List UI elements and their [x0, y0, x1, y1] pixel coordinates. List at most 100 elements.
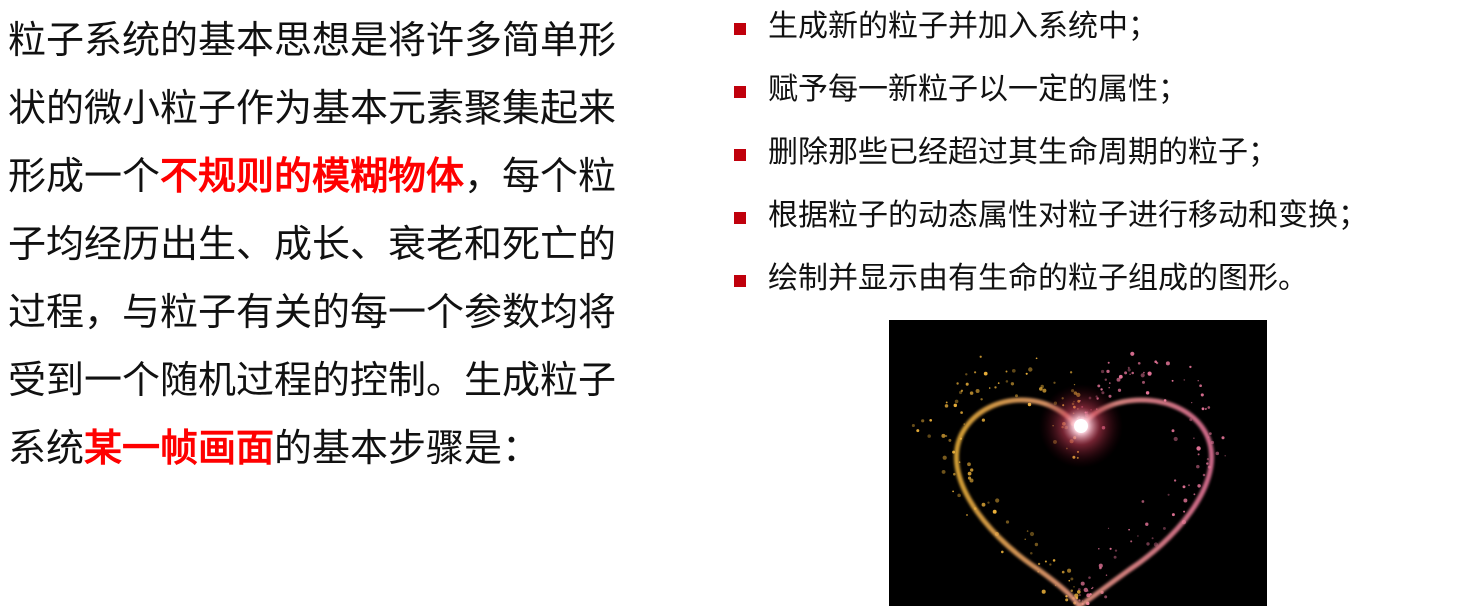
square-bullet-icon: [734, 149, 746, 161]
sparkle-particle: [1030, 551, 1033, 555]
sparkle-particle: [1052, 559, 1056, 562]
sparkle-particle: [1207, 406, 1211, 409]
sparkle-particle: [1141, 500, 1145, 503]
sparkle-particle: [1027, 402, 1032, 407]
sparkle-particle: [954, 399, 959, 404]
sparkle-particle: [1191, 402, 1193, 404]
sparkle-particle: [1078, 594, 1081, 597]
sparkle-particle: [1106, 369, 1110, 374]
step-item: 赋予每一新粒子以一定的属性；: [730, 73, 1458, 107]
sparkle-particle: [980, 398, 983, 401]
sparkle-particle: [1109, 382, 1111, 384]
sparkle-particle: [929, 418, 933, 422]
sparkle-particle: [1197, 453, 1200, 456]
sparkle-particle: [948, 438, 952, 442]
sparkle-particle: [1127, 368, 1131, 372]
sparkle-particle: [1086, 590, 1089, 592]
sparkle-particle: [1171, 429, 1175, 433]
sparkle-particle: [1193, 437, 1195, 440]
sparkle-particle: [911, 423, 915, 428]
sparkle-particle: [1088, 576, 1091, 579]
sparkle-particle: [1041, 589, 1046, 594]
sparkle-particle: [1189, 365, 1192, 369]
sparkle-particle: [1199, 384, 1202, 388]
sparkle-particle: [1183, 510, 1186, 513]
sparkle-particle: [1005, 520, 1010, 524]
sparkle-particle: [965, 373, 968, 376]
sparkle-particle: [1100, 369, 1105, 374]
sparkle-particle: [1001, 550, 1004, 554]
sparkle-particle: [1104, 595, 1108, 599]
sparkle-particle: [1034, 542, 1039, 547]
sparkle-particle: [1182, 485, 1186, 489]
sparkle-particle: [974, 371, 977, 374]
sparkle-particle: [1205, 408, 1207, 410]
sparkle-particle: [1107, 361, 1110, 364]
sparkle-particle: [1091, 586, 1094, 589]
sparkle-particle: [944, 404, 949, 408]
sparkle-particle: [1067, 568, 1072, 573]
sparkle-particle: [1183, 379, 1186, 381]
sparkle-particle: [1061, 570, 1065, 574]
sparkle-particle: [1068, 579, 1071, 582]
sparkle-particle: [958, 461, 961, 463]
sparkle-particle: [941, 469, 946, 474]
sparkle-particle: [1171, 513, 1175, 517]
sparkle-particle: [1140, 373, 1145, 378]
sparkle-particle: [1114, 549, 1118, 552]
sparkle-particle: [957, 493, 961, 498]
sparkle-particle: [1206, 457, 1210, 461]
sparkle-particle: [965, 382, 969, 386]
step-text: 根据粒子的动态属性对粒子进行移动和变换；: [768, 198, 1368, 233]
sparkle-particle: [1141, 380, 1146, 384]
sparkle-particle: [1224, 455, 1226, 457]
sparkle-particle: [967, 476, 972, 480]
steps-list: 生成新的粒子并加入系统中； 赋予每一新粒子以一定的属性； 删除那些已经超过其生命…: [730, 10, 1458, 325]
sparkle-particle: [941, 433, 946, 438]
sparkle-particle: [1143, 371, 1145, 374]
sparkle-particle: [1215, 451, 1220, 456]
sparkle-particle: [1049, 563, 1052, 566]
sparkle-particle: [1137, 361, 1141, 365]
sparkle-particle: [1108, 386, 1110, 389]
square-bullet-icon: [734, 212, 746, 224]
sparkle-particle: [1069, 371, 1073, 374]
sparkle-particle: [1151, 537, 1154, 540]
sparkle-particle: [953, 472, 956, 476]
square-bullet-icon: [734, 86, 746, 98]
sparkle-particle: [1026, 530, 1029, 532]
sparkle-particle: [1011, 368, 1016, 373]
sparkle-particle: [1124, 371, 1128, 375]
sparkle-particle: [1137, 535, 1139, 537]
sparkle-particle: [967, 462, 971, 467]
square-bullet-icon: [734, 275, 746, 287]
sparkle-particle: [1104, 378, 1107, 381]
sparkle-particle: [992, 509, 997, 514]
sparkle-particle: [1130, 351, 1135, 356]
sparkle-particle: [1171, 379, 1174, 382]
sparkle-particle: [1201, 407, 1205, 411]
step-text: 绘制并显示由有生命的粒子组成的图形。: [768, 261, 1308, 296]
sparkle-particle: [1109, 547, 1112, 550]
highlight-one-frame: 某一帧画面: [84, 426, 275, 470]
sparkle-particle: [953, 403, 958, 408]
sparkle-particle: [1078, 599, 1081, 602]
sparkle-particle: [981, 418, 986, 422]
sparkle-particle: [1197, 484, 1201, 488]
step-item: 根据粒子的动态属性对粒子进行移动和变换；: [730, 199, 1458, 233]
sparkle-particle: [979, 355, 982, 358]
sparkle-particle: [1029, 531, 1035, 537]
sparkle-particle: [967, 471, 972, 476]
sparkle-particle: [983, 371, 988, 376]
sparkle-particle: [956, 382, 959, 385]
sparkle-particle: [1155, 361, 1159, 365]
sparkle-particle: [1037, 562, 1041, 566]
sparkle-particle: [981, 502, 986, 507]
sparkle-particle: [1209, 432, 1212, 435]
flare-core: [1074, 419, 1088, 433]
sparkle-particle: [994, 386, 997, 389]
sparkle-particle: [1196, 446, 1201, 451]
step-text: 生成新的粒子并加入系统中；: [768, 9, 1158, 44]
sparkle-particle: [969, 391, 974, 395]
sparkle-particle: [1042, 388, 1047, 393]
